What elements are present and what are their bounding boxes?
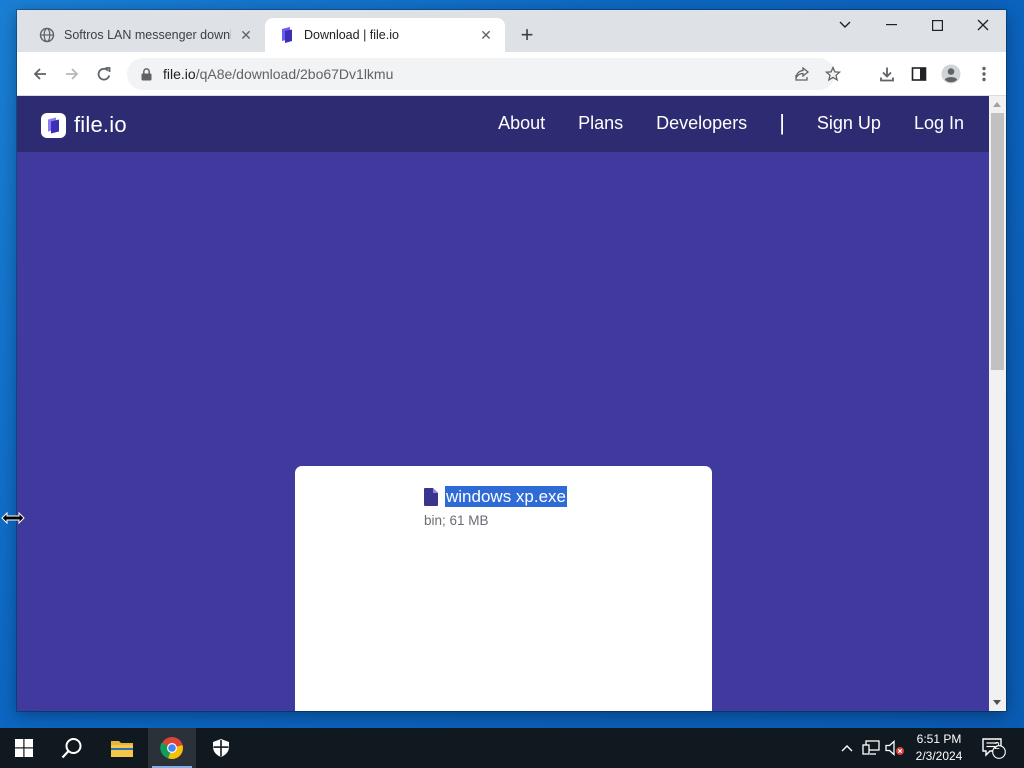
tab-fileio[interactable]: Download | file.io ✕ bbox=[265, 18, 505, 52]
close-window-button[interactable] bbox=[960, 10, 1006, 40]
file-meta: bin; 61 MB bbox=[424, 513, 489, 528]
nav-about-link[interactable]: About bbox=[498, 113, 545, 134]
browser-menu-icon[interactable] bbox=[972, 62, 996, 86]
notification-count: 2 bbox=[994, 741, 1000, 752]
clock-time: 6:51 PM bbox=[916, 732, 962, 746]
scroll-thumb[interactable] bbox=[991, 113, 1004, 370]
download-card: windows xp.exe bin; 61 MB bbox=[295, 466, 712, 711]
notifications-button[interactable]: 2 bbox=[980, 728, 1008, 768]
file-name[interactable]: windows xp.exe bbox=[445, 486, 568, 507]
forward-arrow-icon[interactable] bbox=[60, 62, 84, 86]
page-scrollbar[interactable] bbox=[989, 96, 1006, 711]
tab-strip: Softros LAN messenger download ✕ Downloa… bbox=[17, 10, 1006, 52]
url-path: /qA8e/download/2bo67Dv1lkmu bbox=[195, 66, 394, 82]
tab-title: Download | file.io bbox=[304, 28, 399, 42]
browser-toolbar: file.io/qA8e/download/2bo67Dv1lkmu bbox=[17, 52, 1006, 96]
browser-window: Softros LAN messenger download ✕ Downloa… bbox=[17, 10, 1006, 711]
download-icon[interactable] bbox=[875, 62, 899, 86]
folder-icon bbox=[111, 741, 133, 757]
bookmark-star-icon[interactable] bbox=[821, 62, 845, 86]
tray-overflow-chevron-icon[interactable] bbox=[838, 728, 856, 768]
minimize-button[interactable] bbox=[868, 10, 914, 40]
page-viewport: file.io About Plans Developers | Sign Up… bbox=[17, 96, 989, 711]
share-icon[interactable] bbox=[790, 62, 814, 86]
chrome-icon bbox=[160, 737, 183, 760]
search-button[interactable] bbox=[48, 728, 96, 768]
url-text: file.io/qA8e/download/2bo67Dv1lkmu bbox=[163, 66, 393, 82]
tab-softros[interactable]: Softros LAN messenger download ✕ bbox=[25, 18, 265, 52]
site-header: file.io About Plans Developers | Sign Up… bbox=[17, 96, 989, 152]
globe-icon bbox=[39, 27, 55, 43]
shield-icon bbox=[213, 739, 229, 757]
file-row: windows xp.exe bbox=[424, 486, 568, 507]
tab-title: Softros LAN messenger download bbox=[64, 28, 231, 42]
reload-icon[interactable] bbox=[92, 62, 116, 86]
network-icon[interactable] bbox=[860, 728, 882, 768]
maximize-button[interactable] bbox=[914, 10, 960, 40]
site-nav: About Plans Developers | Sign Up Log In bbox=[498, 112, 964, 134]
clock-date: 2/3/2024 bbox=[915, 749, 963, 763]
scroll-down-arrow-icon[interactable] bbox=[993, 700, 1001, 705]
file-explorer-button[interactable] bbox=[98, 728, 146, 768]
nav-separator: | bbox=[779, 110, 785, 135]
tab-search-chevron-icon[interactable] bbox=[822, 10, 868, 40]
nav-login-link[interactable]: Log In bbox=[914, 113, 964, 134]
fileio-favicon-icon bbox=[279, 27, 295, 43]
start-button[interactable] bbox=[0, 728, 48, 768]
nav-developers-link[interactable]: Developers bbox=[656, 113, 747, 134]
side-panel-icon[interactable] bbox=[907, 62, 931, 86]
volume-muted-icon[interactable] bbox=[884, 728, 906, 768]
file-icon bbox=[424, 487, 438, 506]
lock-icon[interactable] bbox=[139, 67, 153, 81]
url-host: file.io bbox=[163, 66, 196, 82]
window-controls bbox=[822, 10, 1006, 42]
close-tab-icon[interactable]: ✕ bbox=[237, 26, 255, 44]
chrome-button[interactable] bbox=[148, 728, 196, 768]
new-tab-button[interactable]: + bbox=[515, 22, 539, 47]
logo-text: file.io bbox=[74, 112, 127, 137]
security-button[interactable] bbox=[197, 728, 245, 768]
profile-avatar-icon[interactable] bbox=[939, 62, 963, 86]
back-arrow-icon[interactable] bbox=[28, 62, 52, 86]
taskbar: 6:51 PM 2/3/2024 2 bbox=[0, 728, 1024, 768]
clock[interactable]: 6:51 PM 2/3/2024 bbox=[908, 731, 970, 765]
scroll-up-arrow-icon[interactable] bbox=[993, 102, 1001, 107]
address-bar[interactable]: file.io/qA8e/download/2bo67Dv1lkmu bbox=[127, 58, 841, 90]
windows-logo-icon bbox=[15, 739, 33, 757]
resize-cursor-icon bbox=[1, 511, 25, 525]
nav-plans-link[interactable]: Plans bbox=[578, 113, 623, 134]
logo-icon bbox=[41, 112, 66, 138]
fileio-logo[interactable]: file.io bbox=[41, 112, 127, 138]
nav-signup-link[interactable]: Sign Up bbox=[817, 113, 881, 134]
search-icon bbox=[61, 738, 82, 759]
close-tab-icon[interactable]: ✕ bbox=[477, 26, 495, 44]
